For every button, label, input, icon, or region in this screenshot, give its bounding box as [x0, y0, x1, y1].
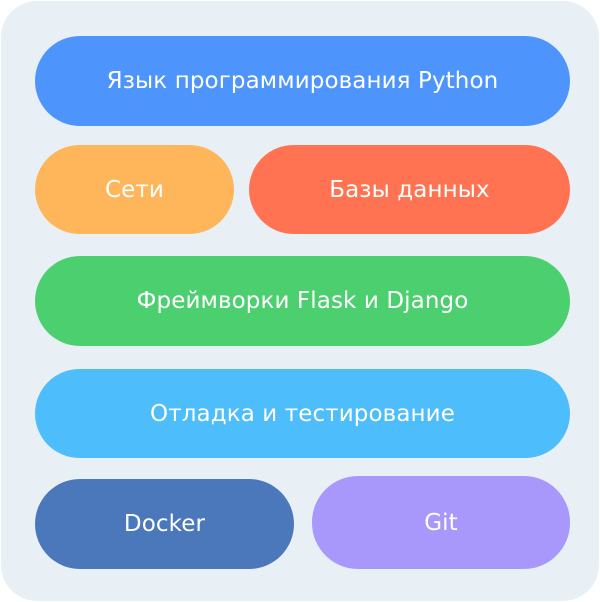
- networks-block: Сети: [35, 145, 234, 234]
- frameworks-block: Фреймворки Flask и Django: [35, 256, 570, 346]
- debugging-block: Отладка и тестирование: [35, 369, 570, 458]
- frameworks-block-label: Фреймворки Flask и Django: [136, 288, 469, 314]
- docker-block: Docker: [35, 479, 294, 569]
- databases-block: Базы данных: [249, 145, 570, 234]
- docker-block-label: Docker: [123, 511, 206, 537]
- databases-block-label: Базы данных: [329, 176, 490, 203]
- skills-panel: Язык программирования Python Сети Базы д…: [1, 1, 599, 601]
- debugging-block-label: Отладка и тестирование: [150, 400, 455, 427]
- python-block-label: Язык программирования Python: [106, 68, 499, 94]
- git-block-label: Git: [424, 509, 458, 536]
- networks-block-label: Сети: [105, 176, 164, 203]
- python-block: Язык программирования Python: [35, 36, 570, 126]
- git-block: Git: [312, 476, 570, 569]
